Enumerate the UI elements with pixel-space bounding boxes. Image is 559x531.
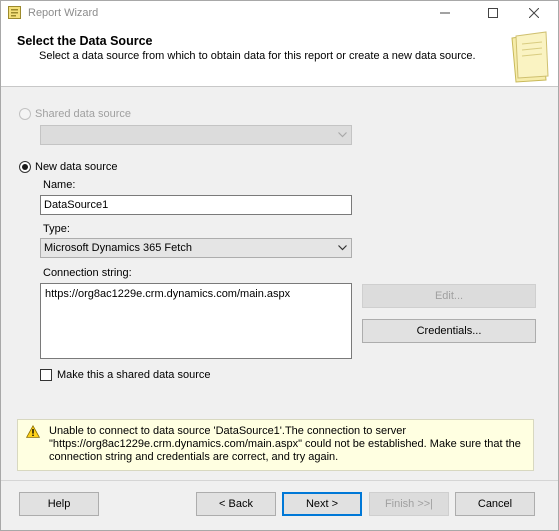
footer-divider (1, 480, 558, 481)
shared-data-source-radio[interactable] (19, 108, 31, 120)
type-label: Type: (43, 223, 70, 235)
warning-message-panel: Unable to connect to data source 'DataSo… (17, 419, 534, 471)
window-title: Report Wizard (28, 7, 99, 19)
next-button[interactable]: Next > (282, 492, 362, 516)
name-field[interactable]: DataSource1 (40, 195, 352, 215)
maximize-button[interactable] (474, 1, 512, 25)
report-document-icon (511, 31, 549, 83)
report-wizard-window: Report Wizard Select the Data Source Sel… (0, 0, 559, 531)
new-data-source-label: New data source (35, 161, 118, 173)
page-description: Select a data source from which to obtai… (39, 50, 476, 62)
shared-data-source-label: Shared data source (35, 108, 132, 120)
minimize-button[interactable] (426, 1, 464, 25)
chevron-down-icon (338, 132, 347, 138)
shared-data-source-select[interactable] (40, 125, 352, 145)
warning-line-1: Unable to connect to data source 'DataSo… (49, 425, 407, 437)
connection-string-value: https://org8ac1229e.crm.dynamics.com/mai… (45, 288, 291, 300)
minimize-icon (440, 12, 450, 14)
new-data-source-radio[interactable] (19, 161, 31, 173)
type-select[interactable]: Microsoft Dynamics 365 Fetch (40, 238, 352, 258)
type-value: Microsoft Dynamics 365 Fetch (44, 242, 192, 254)
edit-button[interactable]: Edit... (362, 284, 536, 308)
finish-button[interactable]: Finish >>| (369, 492, 449, 516)
wizard-header: Select the Data Source Select a data sou… (1, 25, 558, 87)
page-title: Select the Data Source (17, 34, 153, 48)
connection-string-label: Connection string: (43, 267, 132, 279)
help-button[interactable]: Help (19, 492, 99, 516)
warning-line-3: connection string and credentials are co… (49, 451, 339, 463)
title-bar: Report Wizard (1, 1, 558, 25)
shared-data-source-checkbox[interactable] (40, 369, 52, 381)
credentials-button[interactable]: Credentials... (362, 319, 536, 343)
warning-icon (26, 425, 40, 438)
warning-line-2: "https://org8ac1229e.crm.dynamics.com/ma… (49, 438, 521, 450)
chevron-down-icon (338, 245, 347, 251)
wizard-app-icon (8, 6, 21, 19)
connection-string-field[interactable]: https://org8ac1229e.crm.dynamics.com/mai… (40, 283, 352, 359)
back-button[interactable]: < Back (196, 492, 276, 516)
name-label: Name: (43, 179, 76, 191)
shared-data-source-checkbox-label: Make this a shared data source (57, 369, 211, 381)
maximize-icon (488, 8, 498, 18)
cancel-button[interactable]: Cancel (455, 492, 535, 516)
warning-text: Unable to connect to data source 'DataSo… (49, 425, 529, 464)
radio-selected-dot (22, 164, 28, 170)
name-value: DataSource1 (44, 199, 109, 211)
close-icon (529, 8, 539, 18)
close-button[interactable] (515, 1, 553, 25)
